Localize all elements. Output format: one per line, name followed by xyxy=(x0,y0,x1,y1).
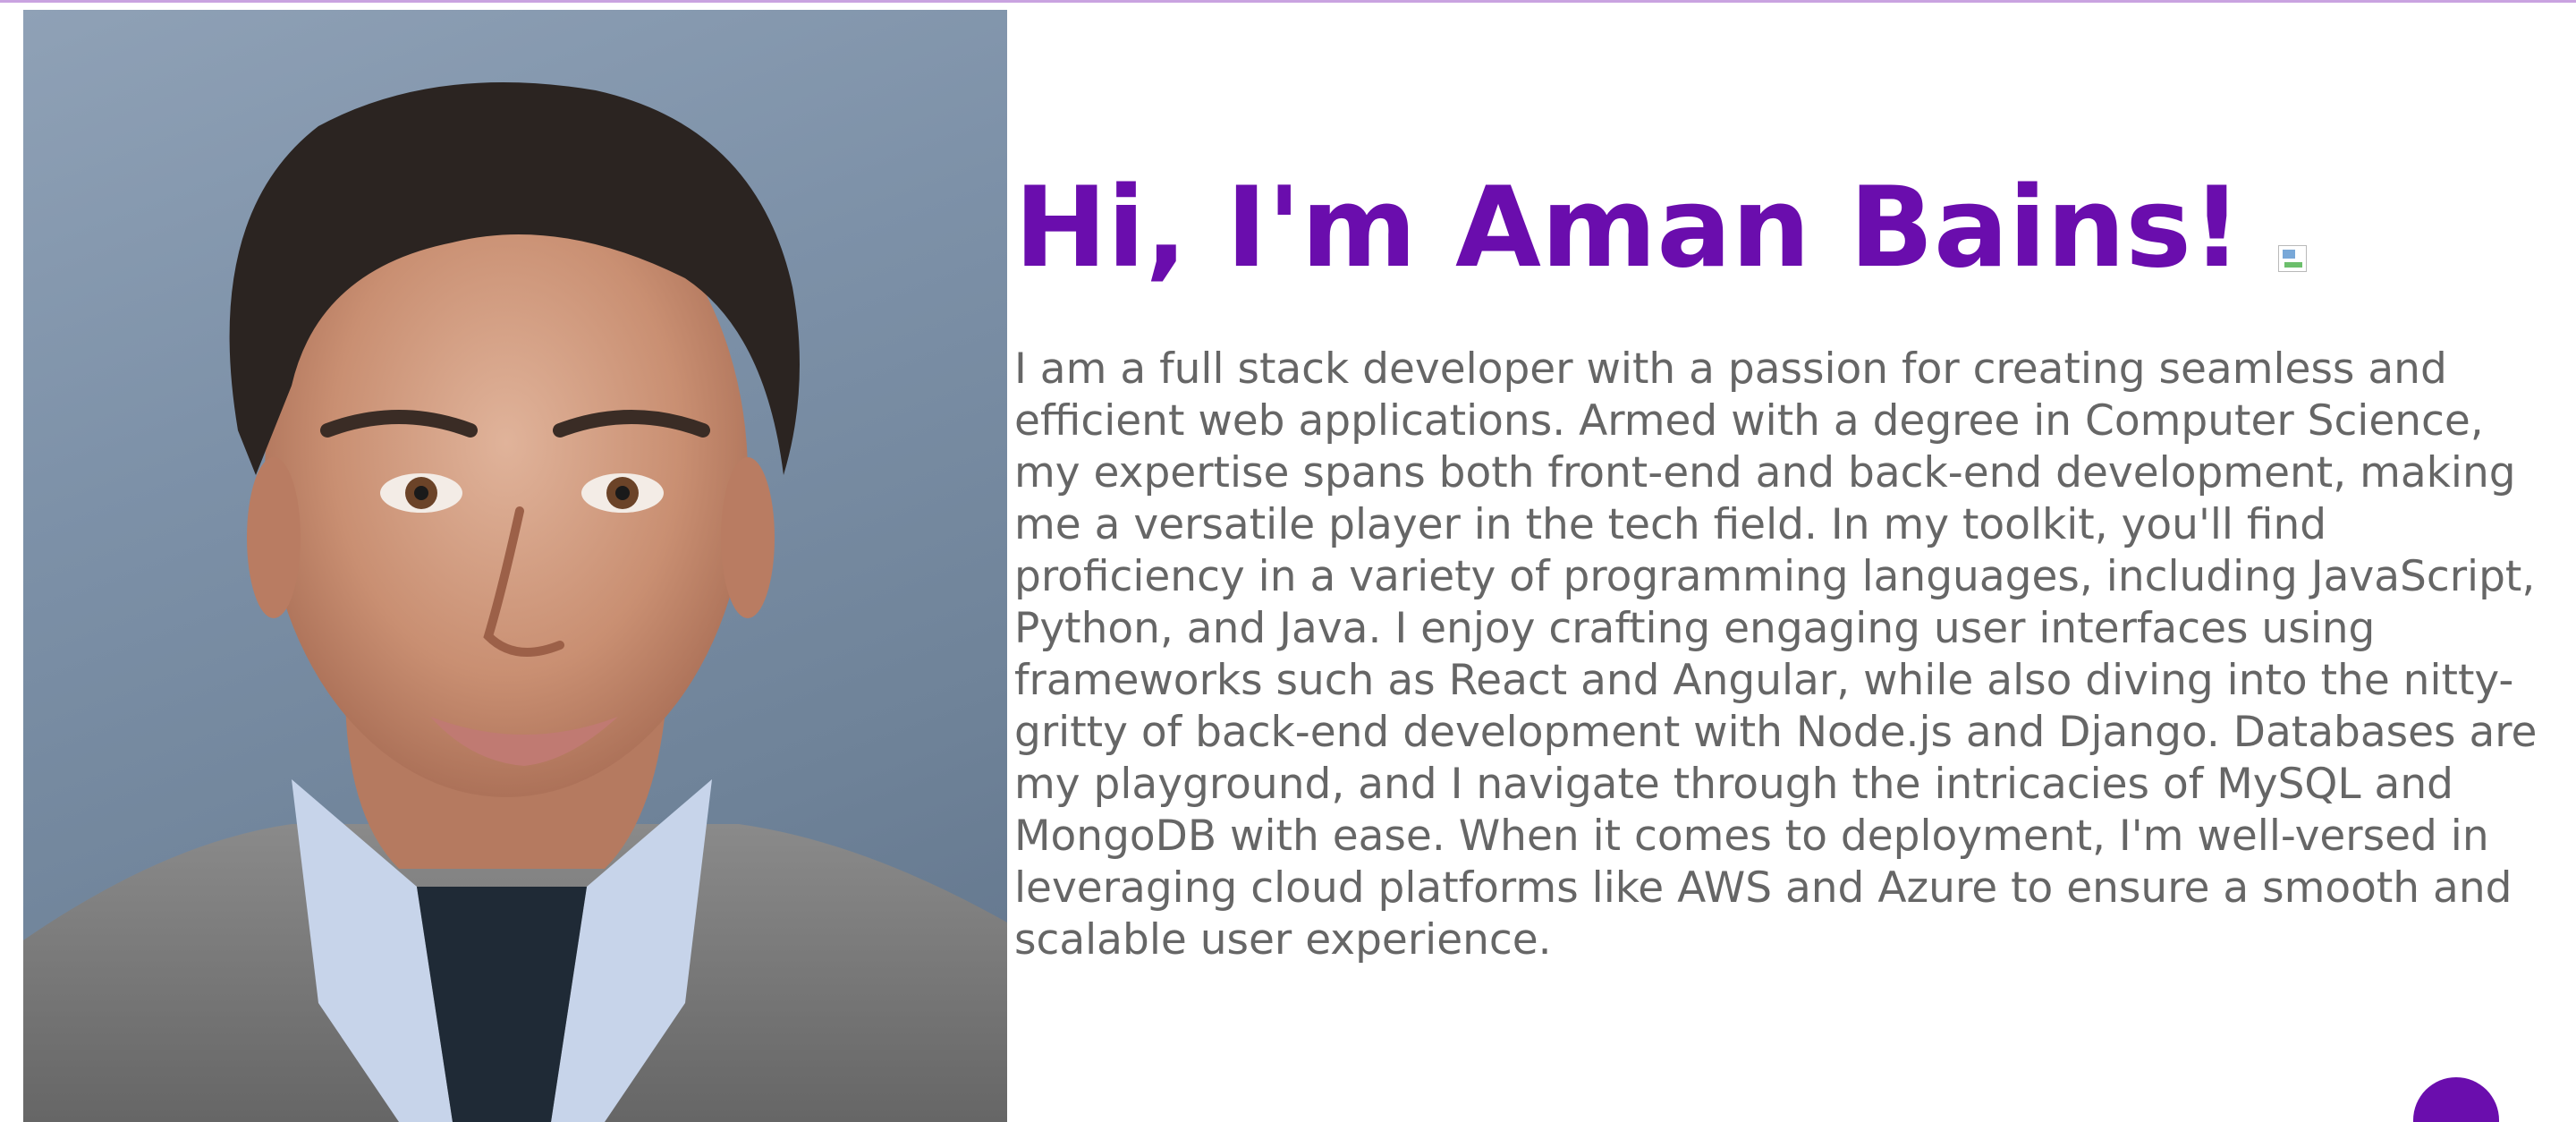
bio-paragraph: I am a full stack developer with a passi… xyxy=(1014,344,2538,965)
broken-image-icon xyxy=(2277,245,2307,272)
page: Hi, I'm Aman Bains! I am a full stack de… xyxy=(0,0,2576,1122)
floating-action-button[interactable] xyxy=(2413,1077,2499,1122)
top-border xyxy=(0,0,2576,3)
hero-title: Hi, I'm Aman Bains! xyxy=(1014,164,2242,293)
hero-title-row: Hi, I'm Aman Bains! xyxy=(1014,161,2562,295)
profile-photo xyxy=(23,10,1007,1122)
intro-section: Hi, I'm Aman Bains! I am a full stack de… xyxy=(1014,161,2562,966)
